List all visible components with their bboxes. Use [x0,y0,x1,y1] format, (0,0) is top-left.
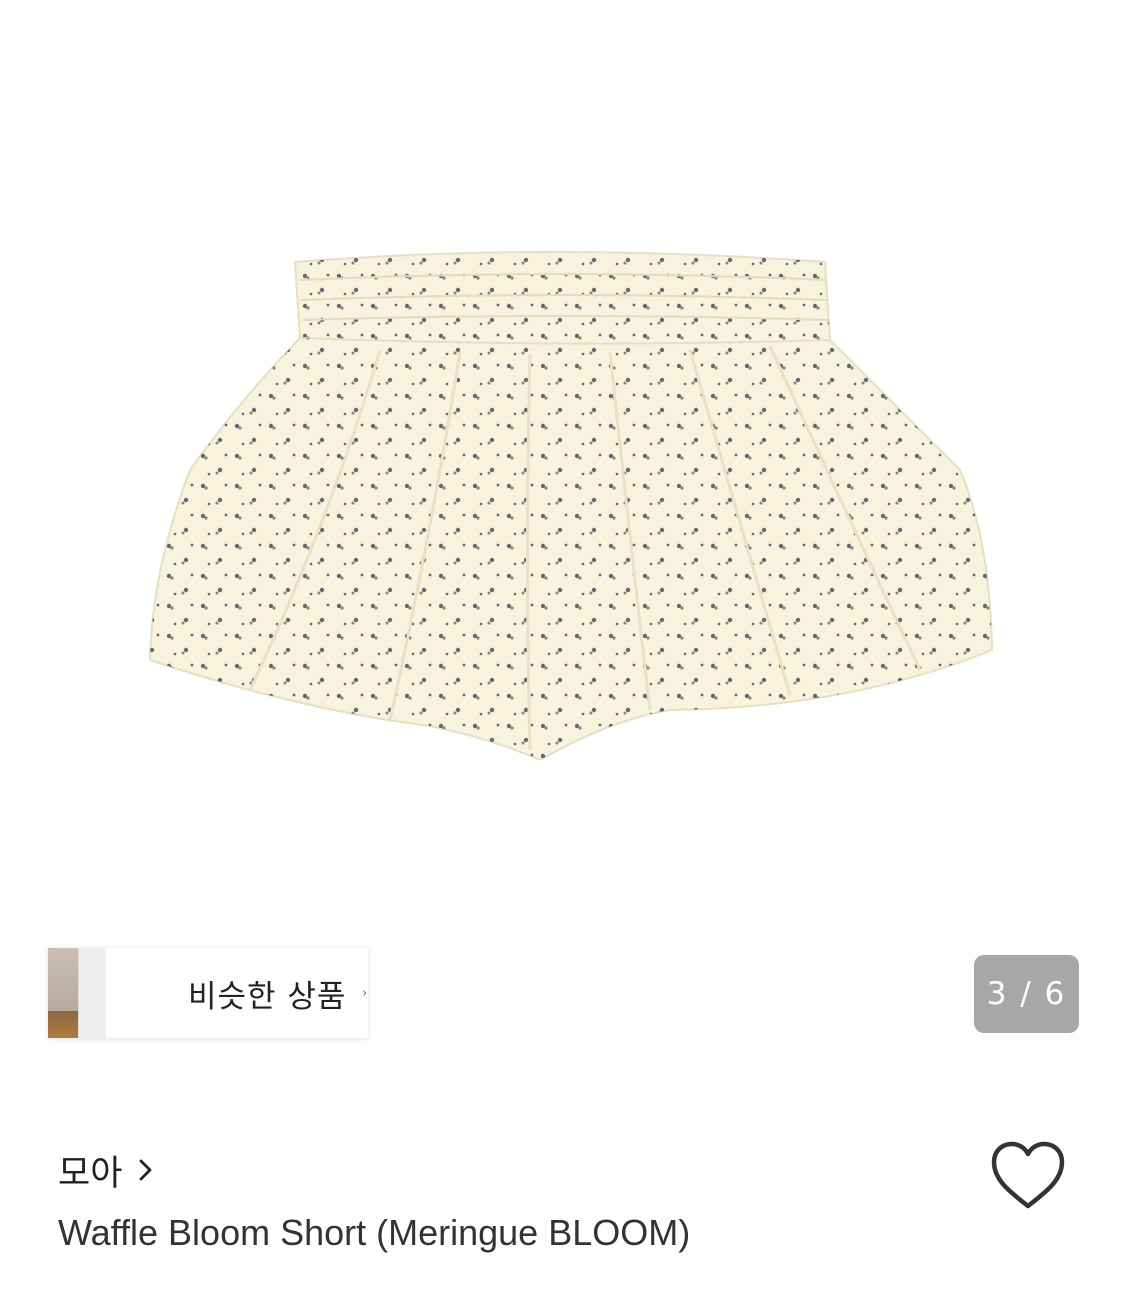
product-image [148,251,994,760]
heart-outline-icon[interactable] [990,1140,1066,1212]
brand-link[interactable]: 모아 [58,1145,156,1195]
product-image-gallery[interactable]: 비슷한 상품 3 / 6 [0,0,1125,1075]
similar-product-thumbnail [48,948,106,1038]
similar-products-button[interactable]: 비슷한 상품 [48,948,368,1038]
image-page-counter: 3 / 6 [974,955,1079,1033]
similar-products-label: 비슷한 상품 [188,978,347,1015]
brand-name: 모아 [58,1153,123,1194]
product-title: Waffle Bloom Short (Meringue BLOOM) [58,1212,691,1253]
chevron-right-icon [140,1159,152,1181]
chevron-right-icon [363,990,367,996]
